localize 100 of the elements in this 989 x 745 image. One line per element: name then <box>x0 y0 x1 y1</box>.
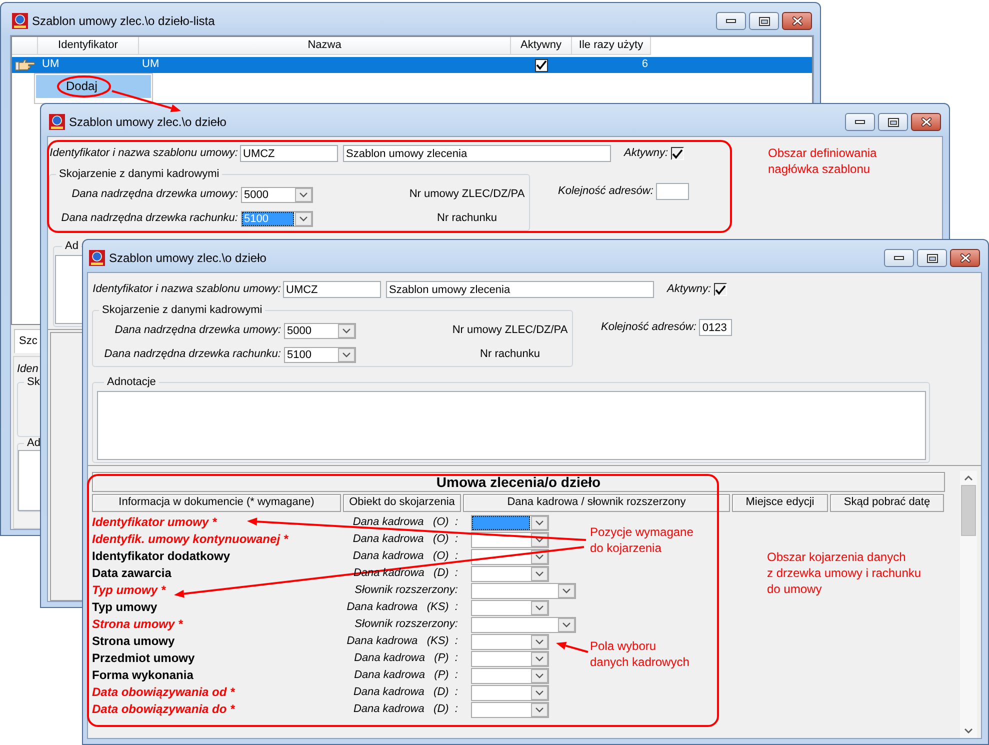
field-label: Typ umowy * <box>92 582 166 597</box>
chevron-down-icon <box>531 652 548 666</box>
text-field[interactable]: Szablon umowy zlecenia <box>386 281 654 298</box>
chevron-down-icon <box>558 618 575 632</box>
table-cell: Słownik rozszerzony: <box>354 618 458 632</box>
minimize-icon <box>855 120 865 124</box>
close-button[interactable] <box>911 113 941 131</box>
close-icon <box>960 253 970 263</box>
app-icon <box>49 114 65 130</box>
field-label: Identyfik. umowy kontynuowanej * <box>92 532 288 546</box>
column-header[interactable]: Nazwa <box>139 37 511 55</box>
table-cell: Dana kadrowa (D) : <box>353 702 458 716</box>
table-cell: 6 <box>642 58 648 72</box>
checkbox[interactable] <box>671 147 684 160</box>
minimize-button[interactable] <box>845 113 875 131</box>
notes-field[interactable] <box>18 450 42 512</box>
dropdown[interactable]: 5000 <box>241 187 313 203</box>
field-label: Dana nadrzędna drzewka rachunku: <box>61 212 238 226</box>
group-title: Skojarzenie z danymi kadrowymi <box>58 168 220 181</box>
minimize-button[interactable] <box>884 249 914 267</box>
group-title: Sk <box>26 376 41 390</box>
notes-field[interactable] <box>97 391 926 460</box>
dropdown[interactable] <box>471 514 549 530</box>
field-label: Forma wykonania <box>92 668 194 682</box>
minimize-icon <box>726 19 736 23</box>
field-label: Przedmiot umowy <box>92 650 195 665</box>
field-note: Nr umowy ZLEC/DZ/PA <box>452 324 568 336</box>
column-header: Miejsce edycji <box>732 494 828 512</box>
column-header: Informacja w dokumencie (* wymagane) <box>92 494 341 512</box>
dropdown[interactable]: 5000 <box>284 323 356 339</box>
table-cell: UM <box>42 58 60 72</box>
group-title: Ad <box>64 240 80 253</box>
column-header <box>12 37 38 55</box>
field-note: Nr umowy ZLEC/DZ/PA <box>409 188 525 200</box>
table-cell: Słownik rozszerzony: <box>354 584 458 598</box>
scroll-thumb[interactable] <box>961 485 976 536</box>
field-label: Kolejność adresów: <box>558 184 654 198</box>
dropdown[interactable]: 5100 <box>284 347 356 363</box>
check-icon <box>536 60 547 70</box>
field-label: Data obowiązywania od * <box>92 684 235 699</box>
field-label: Dana nadrzędna drzewka umowy: <box>114 324 281 338</box>
field-label: Strona umowy * <box>92 616 183 631</box>
table-cell: Dana kadrowa (O) : <box>352 516 458 530</box>
close-button[interactable] <box>950 249 980 267</box>
column-header[interactable]: Aktywny <box>511 37 572 55</box>
checkbox[interactable] <box>535 58 548 72</box>
window-title: Szablon umowy zlec.\o dzieło <box>109 250 266 266</box>
check-icon <box>672 148 684 158</box>
text-field[interactable]: Szablon umowy zlecenia <box>343 145 611 162</box>
column-header: Obiekt do skojarzenia <box>343 494 461 512</box>
tab[interactable]: Szc <box>14 329 41 353</box>
chevron-down-icon <box>338 348 355 362</box>
group-title: Skojarzenie z danymi kadrowymi <box>101 304 264 317</box>
chevron-down-icon <box>531 634 548 648</box>
app-icon <box>89 250 105 266</box>
chevron-down-icon <box>338 324 355 338</box>
check-icon <box>715 284 726 294</box>
close-button[interactable] <box>782 12 812 30</box>
maximize-button[interactable] <box>878 113 908 131</box>
table-cell: Dana kadrowa (KS) : <box>346 600 458 614</box>
column-header: Dana kadrowa / słownik rozszerzony <box>463 494 730 512</box>
minimize-button[interactable] <box>716 12 746 30</box>
checkbox[interactable] <box>714 283 728 296</box>
window-title: Szablon umowy zlec.\o dzieło-lista <box>32 13 215 29</box>
chevron-down-icon <box>531 566 548 580</box>
table-cell: UM <box>142 58 160 72</box>
table-cell: Dana kadrowa (O) : <box>352 550 458 564</box>
field-label: Identyfikator dodatkowy <box>92 548 230 563</box>
minimize-icon <box>894 256 904 260</box>
chevron-down-icon <box>531 668 548 682</box>
chevron-down-icon <box>531 600 548 614</box>
column-header[interactable]: Ile razy użyty <box>572 37 651 55</box>
table-row[interactable]: UM UM 6 <box>12 57 812 73</box>
text-field[interactable]: 0123 <box>699 319 732 336</box>
text-field[interactable]: UMCZ <box>240 145 338 162</box>
maximize-button[interactable] <box>749 12 779 30</box>
text-field[interactable]: UMCZ <box>283 281 381 298</box>
annotation-arrow <box>556 642 588 653</box>
table-cell: Dana kadrowa (O) : <box>352 532 458 546</box>
maximize-icon <box>888 118 898 126</box>
text-field[interactable] <box>656 183 690 200</box>
chevron-down-icon <box>295 188 312 202</box>
chevron-down-icon <box>295 212 312 226</box>
field-label: Aktywny: <box>624 146 668 160</box>
annotation-ellipse <box>57 76 111 98</box>
field-note: Nr rachunku <box>480 348 540 360</box>
annotation-arrow <box>112 90 181 112</box>
close-icon <box>920 117 932 127</box>
group-title: Ad <box>26 437 42 450</box>
field-label: Aktywny: <box>667 282 712 296</box>
annotation-text: Pola wyboru danych kadrowych <box>590 638 690 670</box>
annotation-text: Obszar kojarzenia danych z drzewka umowy i rachunku do umowy <box>767 549 922 597</box>
field-label: Dana nadrzędna drzewka rachunku: <box>104 348 281 362</box>
chevron-down-icon <box>964 728 973 734</box>
column-header[interactable]: Identyfikator <box>38 37 139 55</box>
chevron-down-icon <box>531 702 548 716</box>
scrollbar[interactable] <box>960 471 977 738</box>
maximize-button[interactable] <box>917 249 947 267</box>
field-label: Strona umowy <box>92 634 175 648</box>
field-label: Data obowiązywania do * <box>92 702 235 716</box>
